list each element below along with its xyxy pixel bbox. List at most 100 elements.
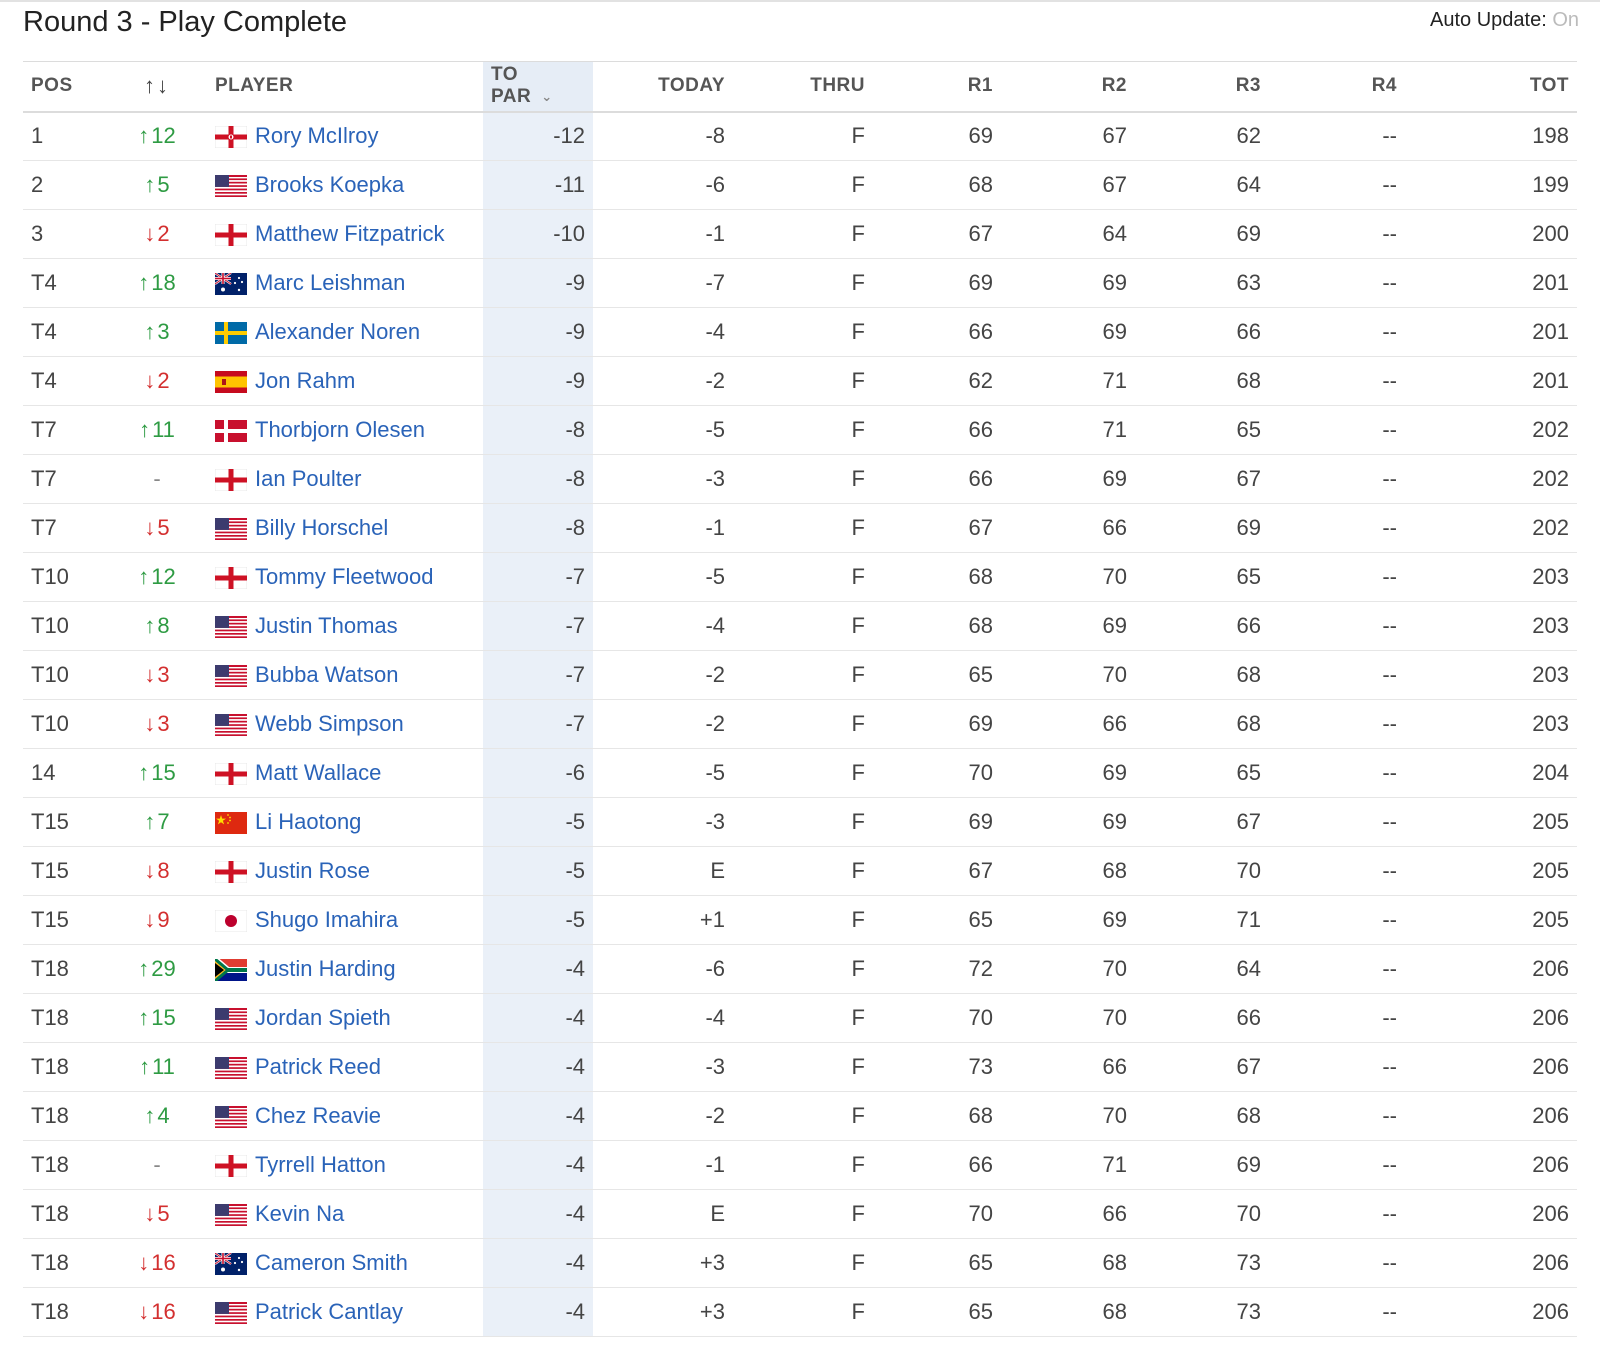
r3-cell: 73 bbox=[1236, 1299, 1261, 1324]
r2-cell: 69 bbox=[1102, 270, 1127, 295]
sweden-flag-icon bbox=[215, 322, 247, 345]
player-link[interactable]: Justin Harding bbox=[255, 956, 396, 981]
player-link[interactable]: Brooks Koepka bbox=[255, 172, 404, 197]
player-link[interactable]: Matthew Fitzpatrick bbox=[255, 221, 445, 246]
col-header-player[interactable]: PLAYER bbox=[207, 62, 483, 112]
thru-cell: F bbox=[851, 123, 865, 149]
col-header-today[interactable]: TODAY bbox=[593, 62, 733, 112]
today-cell: -3 bbox=[705, 466, 725, 491]
r3-cell: 64 bbox=[1236, 172, 1261, 197]
arrow-up-icon: ↑ bbox=[138, 270, 150, 295]
england-flag-icon bbox=[215, 567, 247, 590]
player-link[interactable]: Marc Leishman bbox=[255, 270, 405, 295]
table-row: T18 ↑29 Justin Harding -4 -6 F 72 70 64 -- 206 bbox=[23, 944, 1577, 994]
player-link[interactable]: Alexander Noren bbox=[255, 319, 420, 344]
auto-update-label: Auto Update: bbox=[1430, 9, 1547, 31]
table-row: 1 ↑12 Rory McIlroy -12 -8 F 69 67 62 -- 198 bbox=[23, 111, 1577, 161]
movement-value: 5 bbox=[157, 1201, 170, 1226]
player-link[interactable]: Patrick Cantlay bbox=[255, 1299, 403, 1324]
player-link[interactable]: Cameron Smith bbox=[255, 1250, 408, 1275]
col-header-pos[interactable]: POS bbox=[23, 62, 107, 112]
r1-cell: 70 bbox=[968, 1005, 993, 1030]
r4-cell: -- bbox=[1382, 221, 1397, 246]
today-cell: -1 bbox=[705, 515, 725, 540]
player-cell: Jordan Spieth bbox=[207, 994, 483, 1043]
col-header-r2[interactable]: R2 bbox=[1001, 62, 1135, 112]
player-cell: Patrick Reed bbox=[207, 1043, 483, 1092]
player-link[interactable]: Justin Rose bbox=[255, 858, 370, 883]
to-par-cell: -7 bbox=[483, 601, 593, 651]
r2-cell: 69 bbox=[1102, 809, 1127, 834]
player-cell: Rory McIlroy bbox=[207, 112, 483, 161]
player-link[interactable]: Li Haotong bbox=[255, 809, 361, 834]
player-link[interactable]: Billy Horschel bbox=[255, 515, 388, 540]
col-header-tot[interactable]: TOT bbox=[1405, 62, 1577, 112]
r1-cell: 69 bbox=[968, 711, 993, 736]
table-row: T7 ↓5 Billy Horschel -8 -1 F 67 66 69 -- 202 bbox=[23, 503, 1577, 553]
r3-cell: 65 bbox=[1236, 564, 1261, 589]
player-link[interactable]: Ian Poulter bbox=[255, 466, 361, 491]
col-header-r3[interactable]: R3 bbox=[1135, 62, 1269, 112]
movement-value: 12 bbox=[151, 564, 176, 589]
col-header-r4[interactable]: R4 bbox=[1269, 62, 1405, 112]
player-link[interactable]: Rory McIlroy bbox=[255, 123, 378, 148]
auto-update-state[interactable]: On bbox=[1552, 9, 1579, 31]
player-cell: Thorbjorn Olesen bbox=[207, 406, 483, 455]
movement-cell: ↑29 bbox=[107, 945, 207, 994]
r4-cell: -- bbox=[1382, 368, 1397, 393]
to-par-cell: -4 bbox=[483, 1238, 593, 1288]
player-link[interactable]: Thorbjorn Olesen bbox=[255, 417, 425, 442]
r3-cell: 65 bbox=[1236, 760, 1261, 785]
table-row: T15 ↓8 Justin Rose -5 E F 67 68 70 -- 205 bbox=[23, 846, 1577, 896]
pos-cell: T15 bbox=[31, 858, 69, 883]
australia-flag-icon bbox=[215, 1253, 247, 1276]
movement-cell: ↓2 bbox=[107, 357, 207, 406]
movement-value: 18 bbox=[151, 270, 176, 295]
movement-cell: - bbox=[107, 1141, 207, 1190]
arrow-up-icon: ↑ bbox=[139, 1054, 151, 1079]
tot-cell: 202 bbox=[1532, 466, 1569, 491]
player-link[interactable]: Bubba Watson bbox=[255, 662, 399, 687]
thru-cell: F bbox=[851, 221, 865, 246]
r1-cell: 66 bbox=[968, 466, 993, 491]
r4-cell: -- bbox=[1382, 1152, 1397, 1177]
player-link[interactable]: Tommy Fleetwood bbox=[255, 564, 434, 589]
to-par-cell: -10 bbox=[483, 209, 593, 259]
movement-value: 29 bbox=[151, 956, 176, 981]
usa-flag-icon bbox=[215, 665, 247, 688]
tot-cell: 201 bbox=[1532, 319, 1569, 344]
player-link[interactable]: Shugo Imahira bbox=[255, 907, 398, 932]
movement-cell: ↑18 bbox=[107, 259, 207, 308]
col-header-movement[interactable]: ↑↓ bbox=[107, 62, 207, 112]
r3-cell: 70 bbox=[1236, 858, 1261, 883]
movement-value: 3 bbox=[157, 319, 170, 344]
pos-cell: T4 bbox=[31, 319, 57, 344]
r2-cell: 67 bbox=[1102, 123, 1127, 149]
player-link[interactable]: Matt Wallace bbox=[255, 760, 381, 785]
player-cell: Kevin Na bbox=[207, 1190, 483, 1239]
player-link[interactable]: Tyrrell Hatton bbox=[255, 1152, 386, 1177]
r2-cell: 66 bbox=[1102, 1054, 1127, 1079]
col-header-thru[interactable]: THRU bbox=[733, 62, 873, 112]
player-link[interactable]: Jordan Spieth bbox=[255, 1005, 391, 1030]
player-link[interactable]: Jon Rahm bbox=[255, 368, 355, 393]
pos-cell: T7 bbox=[31, 466, 57, 491]
player-link[interactable]: Kevin Na bbox=[255, 1201, 344, 1226]
auto-update-toggle[interactable]: Auto Update: On bbox=[1430, 9, 1579, 32]
table-row: T15 ↓9 Shugo Imahira -5 +1 F 65 69 71 -- 205 bbox=[23, 895, 1577, 945]
r4-cell: -- bbox=[1382, 1201, 1397, 1226]
england-flag-icon bbox=[215, 763, 247, 786]
to-par-cell: -9 bbox=[483, 258, 593, 308]
r4-cell: -- bbox=[1382, 858, 1397, 883]
player-link[interactable]: Chez Reavie bbox=[255, 1103, 381, 1128]
col-header-to-par[interactable]: TO PAR ⌄ bbox=[483, 61, 593, 112]
r4-cell: -- bbox=[1382, 1250, 1397, 1275]
england-flag-icon bbox=[215, 861, 247, 884]
col-header-r1[interactable]: R1 bbox=[873, 62, 1001, 112]
movement-cell: ↑12 bbox=[107, 112, 207, 161]
tot-cell: 206 bbox=[1532, 1005, 1569, 1030]
player-link[interactable]: Justin Thomas bbox=[255, 613, 398, 638]
pos-cell: T18 bbox=[31, 1152, 69, 1177]
player-link[interactable]: Webb Simpson bbox=[255, 711, 404, 736]
player-link[interactable]: Patrick Reed bbox=[255, 1054, 381, 1079]
